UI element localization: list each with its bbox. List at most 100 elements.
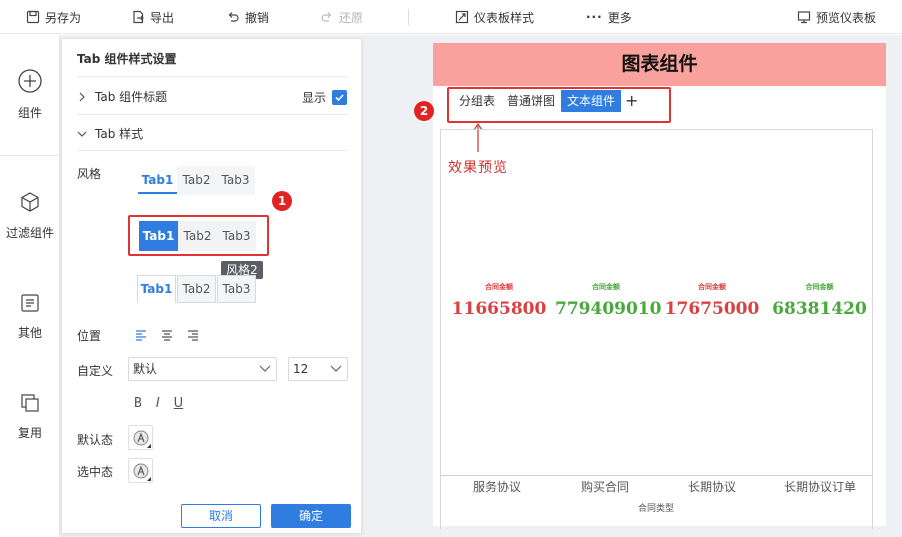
tab-group-table[interactable]: 分组表 — [453, 90, 501, 112]
dashboard-style-button[interactable]: 仪表板样式 — [455, 9, 534, 25]
default-state-label: 默认态 — [77, 433, 114, 447]
kpi-value: 11665800 — [451, 299, 547, 319]
save-as-button[interactable]: 另存为 — [26, 9, 81, 25]
style1-tab3: Tab3 — [221, 173, 250, 187]
font-family-select[interactable]: 默认 — [128, 357, 277, 381]
kpi-value: 17675000 — [664, 299, 760, 319]
default-state-color-picker[interactable] — [128, 425, 153, 450]
preview-tab-bar: 分组表 普通饼图 文本组件 + — [453, 90, 642, 112]
x-tick-label: 长期协议订单 — [784, 480, 857, 494]
rail-label-reuse: 复用 — [17, 426, 42, 440]
show-toggle[interactable]: 显示 — [302, 89, 348, 106]
plus-circle-icon — [18, 69, 42, 93]
panel-divider — [77, 76, 348, 77]
style2-tab2: Tab2 — [183, 229, 212, 243]
style3-tab2: Tab2 — [177, 275, 216, 303]
x-tick-label: 长期协议 — [688, 480, 737, 494]
x-axis-title: 合同类型 — [638, 504, 675, 514]
chart-component-title: 图表组件 — [433, 43, 886, 86]
tab-title-section[interactable]: Tab 组件标题 — [77, 88, 167, 105]
check-icon — [335, 94, 344, 102]
chart-frame — [440, 129, 873, 529]
rail-label-filter: 过滤组件 — [5, 226, 54, 240]
kpi-label: 合同金额 — [698, 283, 726, 291]
align-left-icon[interactable] — [134, 328, 148, 342]
show-label: 显示 — [302, 91, 327, 105]
style2-tab1: Tab1 — [139, 221, 178, 251]
italic-button[interactable]: I — [156, 396, 160, 411]
toolbar-divider — [408, 9, 409, 25]
redo-button[interactable]: 还原 — [320, 9, 363, 25]
export-icon — [133, 10, 144, 24]
undo-button[interactable]: 撤销 — [226, 9, 269, 25]
kpi-value: 779409010 — [555, 299, 662, 319]
kpi-label: 合同金额 — [805, 283, 834, 291]
cancel-button[interactable]: 取消 — [181, 504, 261, 528]
save-icon — [26, 10, 40, 24]
kpi-service-agreement: 合同金额 11665800 — [449, 282, 549, 319]
chevron-down-icon — [77, 131, 87, 137]
panel-divider — [77, 150, 348, 151]
dashboard-style-label: 仪表板样式 — [474, 10, 535, 25]
redo-icon — [321, 12, 332, 22]
align-center-icon[interactable] — [160, 328, 174, 342]
copy-icon — [21, 394, 39, 412]
more-button[interactable]: ··· 更多 — [586, 9, 632, 25]
tab-text-component[interactable]: 文本组件 — [561, 90, 622, 112]
rail-label-other: 其他 — [17, 326, 42, 340]
dropdown-corner — [147, 477, 151, 481]
ok-button[interactable]: 确定 — [271, 504, 351, 528]
kpi-long-term-agreement: 合同金额 17675000 — [662, 282, 762, 319]
tab-style-settings-panel: Tab 组件样式设置 Tab 组件标题 显示 Tab 样式 风格 Tab1 Ta… — [61, 38, 362, 534]
left-rail: 组件 过滤组件 其他 复用 — [0, 35, 60, 537]
font-size-select[interactable]: 12 — [288, 357, 348, 381]
alignment-group — [134, 328, 200, 342]
kpi-long-term-order: 合同金额 68381420 — [768, 282, 871, 319]
toolbar: 另存为 导出 撤销 还原 仪表板样式 ··· 更多 预览仪表板 — [0, 0, 902, 34]
font-size-value: 12 — [293, 362, 309, 376]
export-label: 导出 — [150, 10, 175, 25]
style3-tab3: Tab3 — [217, 275, 256, 303]
preview-dashboard-button[interactable]: 预览仪表板 — [797, 9, 876, 25]
selected-state-color-picker[interactable] — [128, 458, 153, 483]
tab-pie-chart[interactable]: 普通饼图 — [501, 90, 561, 112]
tab-style-label: Tab 样式 — [95, 127, 144, 141]
add-tab-button[interactable]: + — [621, 90, 642, 112]
rail-item-filter[interactable]: 过滤组件 — [0, 190, 60, 241]
panel-title: Tab 组件样式设置 — [77, 52, 177, 66]
tab-style-option-3[interactable]: Tab1 Tab2 Tab3 — [137, 275, 257, 303]
cube-icon — [21, 192, 39, 212]
preview-dashboard-label: 预览仪表板 — [816, 10, 877, 25]
tab-style-option-2[interactable]: Tab1 Tab2 Tab3 — [139, 221, 256, 251]
chevron-down-icon — [259, 365, 271, 372]
tab-style-option-1[interactable]: Tab1 Tab2 Tab3 — [138, 166, 255, 195]
more-dots-icon: ··· — [586, 10, 603, 24]
document-icon — [21, 294, 39, 312]
kpi-value: 68381420 — [772, 299, 867, 319]
x-tick-label: 购买合同 — [581, 480, 630, 494]
dashboard-style-icon — [455, 10, 469, 24]
show-checkbox[interactable] — [332, 90, 348, 105]
tab-style-section[interactable]: Tab 样式 — [77, 125, 143, 142]
rail-item-other[interactable]: 其他 — [0, 292, 60, 341]
chevron-down-icon — [330, 365, 342, 372]
align-right-icon[interactable] — [186, 328, 200, 342]
kpi-label: 合同金额 — [592, 283, 620, 291]
kpi-label: 合同金额 — [485, 283, 513, 291]
bold-button[interactable]: B — [134, 396, 142, 411]
style3-tab1: Tab1 — [137, 275, 176, 303]
underline-button[interactable]: U — [174, 396, 184, 411]
undo-icon — [228, 12, 239, 22]
text-format-group: B I U — [134, 396, 183, 411]
monitor-icon — [797, 11, 811, 24]
rail-item-reuse[interactable]: 复用 — [0, 392, 60, 441]
annotation-badge-2: 2 — [414, 101, 434, 121]
chevron-right-icon — [79, 92, 85, 101]
font-family-value: 默认 — [133, 362, 158, 376]
export-button[interactable]: 导出 — [131, 9, 174, 25]
rail-item-components[interactable]: 组件 — [0, 68, 60, 121]
style1-tab2: Tab2 — [182, 173, 211, 187]
more-label: 更多 — [607, 10, 632, 25]
style-label: 风格 — [77, 167, 102, 181]
dropdown-corner — [147, 444, 151, 448]
